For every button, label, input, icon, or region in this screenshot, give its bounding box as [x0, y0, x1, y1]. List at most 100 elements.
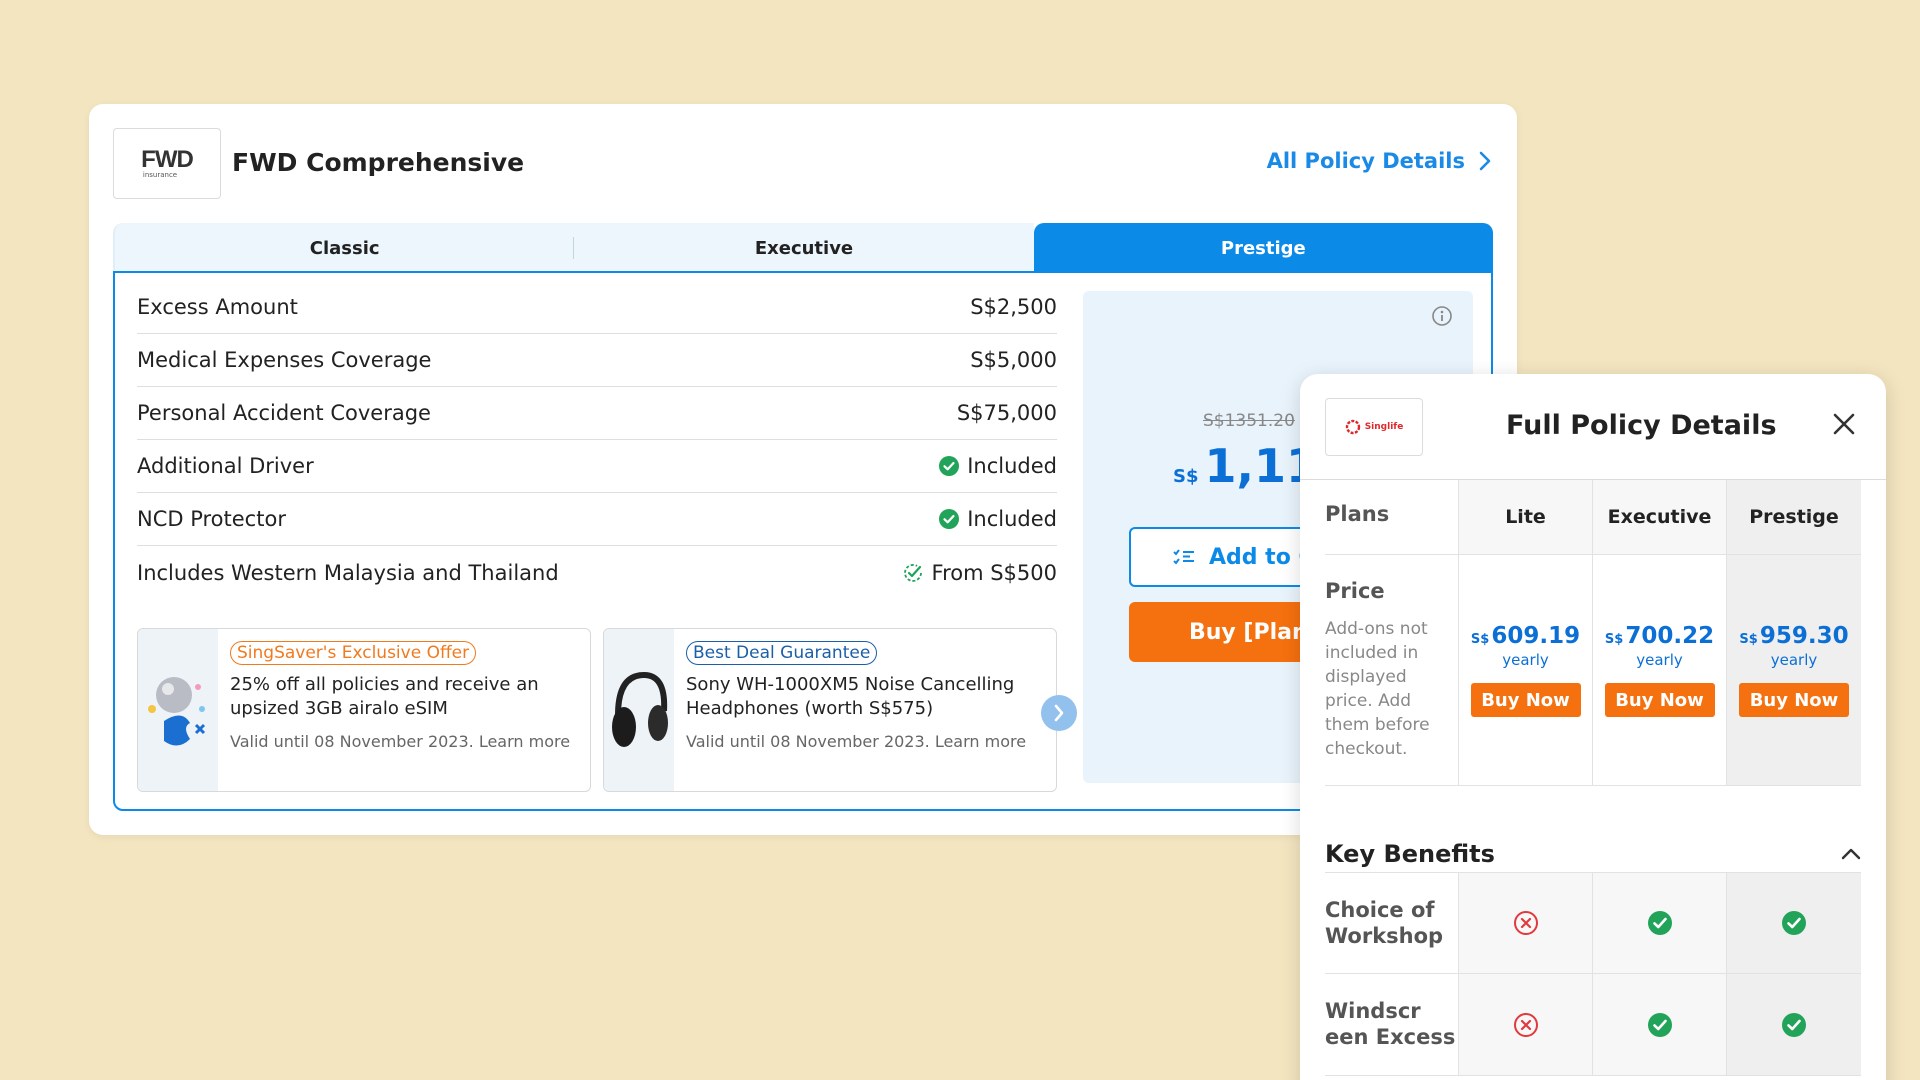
- carousel-next-button[interactable]: [1041, 695, 1077, 731]
- coverage-value-text: Included: [967, 507, 1057, 531]
- coverage-value: S$5,000: [970, 348, 1057, 372]
- coverage-list: Excess Amount S$2,500 Medical Expenses C…: [137, 281, 1057, 599]
- modal-title: Full Policy Details: [1506, 410, 1777, 441]
- promo-tag: Best Deal Guarantee: [686, 641, 878, 665]
- promo-validity: Valid until 08 November 2023. Learn more: [230, 732, 571, 751]
- check-circle-icon: [1782, 1012, 1806, 1037]
- plan-panel: Excess Amount S$2,500 Medical Expenses C…: [113, 271, 1493, 811]
- coverage-label: Excess Amount: [137, 295, 298, 319]
- price-currency: S$: [1173, 466, 1199, 487]
- plan-price-period: yearly: [1636, 651, 1683, 669]
- check-outline-icon: [902, 562, 924, 584]
- price-cell-executive: S$ 700.22 yearly Buy Now: [1593, 555, 1727, 785]
- promo-carousel: SingSaver's Exclusive Offer 25% off all …: [137, 628, 1057, 792]
- plan-header-prestige: Prestige: [1727, 480, 1861, 554]
- coverage-label: Additional Driver: [137, 454, 314, 478]
- fwd-logo-sub: insurance: [142, 170, 178, 179]
- plan-price-amount: 609.19: [1491, 623, 1581, 649]
- coverage-row: NCD Protector Included: [137, 493, 1057, 546]
- buy-now-executive-button[interactable]: Buy Now: [1604, 683, 1715, 717]
- price-label-cell: Price Add-ons not included in displayed …: [1325, 555, 1459, 785]
- benefit-cell: [1727, 873, 1861, 973]
- all-policy-details-label: All Policy Details: [1266, 149, 1465, 173]
- promo-card[interactable]: SingSaver's Exclusive Offer 25% off all …: [137, 628, 591, 792]
- promo-validity: Valid until 08 November 2023. Learn more: [686, 732, 1027, 751]
- coverage-value: From S$500: [902, 561, 1057, 585]
- benefit-label: Windscr een Excess: [1325, 974, 1459, 1075]
- coverage-label: Personal Accident Coverage: [137, 401, 431, 425]
- promo-title: Sony WH-1000XM5 Noise Cancelling Headpho…: [686, 674, 1015, 719]
- coverage-row: Personal Accident Coverage S$75,000: [137, 387, 1057, 440]
- promo-title: 25% off all policies and receive an upsi…: [230, 674, 539, 719]
- all-policy-details-link[interactable]: All Policy Details: [1267, 149, 1491, 173]
- coverage-value: S$2,500: [970, 295, 1057, 319]
- buy-now-prestige-button[interactable]: Buy Now: [1739, 683, 1849, 717]
- plan-price-period: yearly: [1770, 651, 1818, 669]
- cross-circle-icon: [1513, 911, 1538, 935]
- benefit-cell: [1459, 873, 1593, 973]
- plan-tabs: Classic Executive Prestige: [113, 223, 1493, 273]
- plan-price-currency: S$: [1739, 632, 1758, 647]
- benefits-table: Choice of Workshop Windscr een Excess: [1325, 872, 1861, 1076]
- benefit-cell: [1727, 974, 1861, 1075]
- fwd-logo: FWD insurance: [113, 128, 221, 199]
- chevron-right-icon: [1054, 704, 1064, 722]
- tab-prestige[interactable]: Prestige: [1033, 223, 1493, 273]
- coverage-value: S$75,000: [956, 401, 1057, 425]
- price-note: Add-ons not included in displayed price.…: [1325, 619, 1430, 759]
- check-circle-icon: [939, 509, 960, 529]
- promo-card[interactable]: Best Deal Guarantee Sony WH-1000XM5 Nois…: [603, 628, 1057, 792]
- benefit-row: Windscr een Excess: [1325, 974, 1861, 1076]
- coverage-value: Included: [939, 454, 1057, 478]
- plan-price-amount: 700.22: [1625, 623, 1715, 649]
- price-cell-lite: S$ 609.19 yearly Buy Now: [1459, 555, 1593, 785]
- fwd-logo-mark: FWD: [141, 145, 194, 173]
- singlife-logo-text: Singlife: [1364, 422, 1404, 432]
- check-circle-icon: [1647, 1012, 1672, 1037]
- plan-price: S$ 700.22: [1605, 623, 1714, 649]
- check-circle-icon: [1647, 911, 1672, 935]
- check-circle-icon: [1782, 911, 1806, 935]
- checklist-icon: [1173, 549, 1194, 565]
- esim-promo-image: [138, 629, 218, 791]
- coverage-value: Included: [939, 507, 1057, 531]
- chevron-right-icon: [1479, 151, 1491, 171]
- chevron-up-icon[interactable]: [1841, 845, 1861, 864]
- benefit-row: Choice of Workshop: [1325, 872, 1861, 974]
- plan-price-amount: 959.30: [1759, 623, 1849, 649]
- coverage-label: Medical Expenses Coverage: [137, 348, 432, 372]
- benefit-cell: [1459, 974, 1593, 1075]
- plan-name: FWD Comprehensive: [232, 148, 525, 177]
- info-icon[interactable]: [1431, 305, 1453, 331]
- singlife-mark-icon: [1345, 419, 1360, 435]
- coverage-row: Medical Expenses Coverage S$5,000: [137, 334, 1057, 387]
- plan-price: S$ 959.30: [1739, 623, 1848, 649]
- coverage-row: Additional Driver Included: [137, 440, 1057, 493]
- price-row: Price Add-ons not included in displayed …: [1325, 555, 1861, 786]
- singlife-logo: Singlife: [1325, 398, 1423, 456]
- price-cell-prestige: S$ 959.30 yearly Buy Now: [1727, 555, 1861, 785]
- benefit-cell: [1593, 873, 1727, 973]
- coverage-label: Includes Western Malaysia and Thailand: [137, 560, 559, 585]
- original-price: S$1351.20: [1203, 411, 1295, 431]
- check-circle-icon: [939, 456, 960, 476]
- coverage-value-text: Included: [967, 454, 1057, 478]
- promo-body: SingSaver's Exclusive Offer 25% off all …: [218, 629, 590, 791]
- buy-now-lite-button[interactable]: Buy Now: [1470, 683, 1581, 717]
- promo-tag: SingSaver's Exclusive Offer: [230, 641, 477, 665]
- key-benefits-title: Key Benefits: [1325, 840, 1495, 868]
- plan-header-executive: Executive: [1593, 480, 1727, 554]
- promo-body: Best Deal Guarantee Sony WH-1000XM5 Nois…: [674, 629, 1056, 791]
- price-label: Price: [1325, 579, 1385, 603]
- coverage-row: Excess Amount S$2,500: [137, 281, 1057, 334]
- tab-classic[interactable]: Classic: [113, 223, 575, 273]
- close-icon[interactable]: [1832, 412, 1856, 440]
- full-policy-details-modal: Singlife Full Policy Details Plans Lite …: [1300, 374, 1886, 1080]
- plan-price-currency: S$: [1470, 632, 1490, 647]
- coverage-value-text: From S$500: [931, 560, 1057, 585]
- plan-header-lite: Lite: [1459, 480, 1593, 554]
- plans-comparison-table: Plans Lite Executive Prestige Price Add-…: [1325, 480, 1861, 786]
- plan-price: S$ 609.19: [1471, 623, 1580, 649]
- tab-executive[interactable]: Executive: [574, 223, 1034, 273]
- plan-price-period: yearly: [1502, 651, 1549, 669]
